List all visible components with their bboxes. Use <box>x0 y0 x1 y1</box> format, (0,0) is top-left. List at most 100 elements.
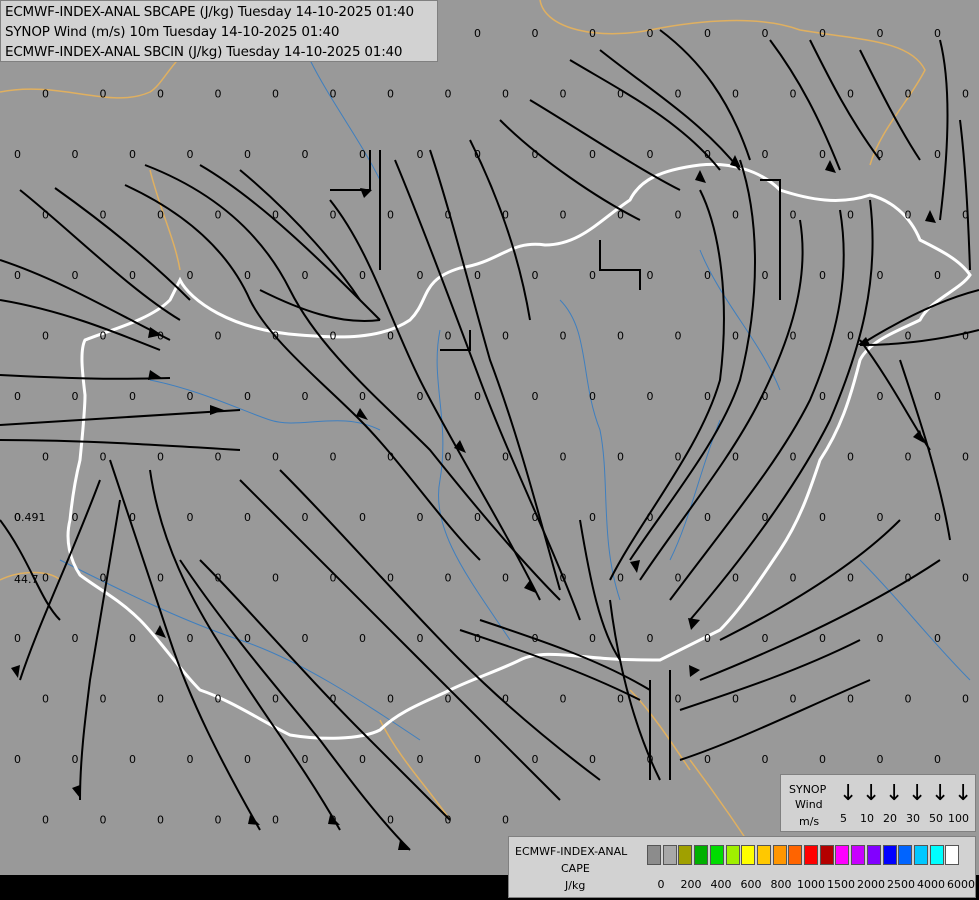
cape-value-label: 0 <box>14 269 21 282</box>
cape-value-label: 0 <box>387 814 394 827</box>
cape-value-label: 0 <box>532 511 539 524</box>
cape-value-label: 0 <box>42 209 49 222</box>
cape-value-label: 0 <box>100 693 107 706</box>
cape-value-label: 0 <box>790 88 797 101</box>
cape-value-label: 0 <box>417 269 424 282</box>
cape-value-label: 0 <box>589 27 596 40</box>
cape-value-label: 0 <box>762 148 769 161</box>
cape-value-label: 0 <box>819 390 826 403</box>
cape-value-label: 0 <box>847 209 854 222</box>
cape-value-label: 0 <box>330 209 337 222</box>
title-box: ECMWF-INDEX-ANAL SBCAPE (J/kg) Tuesday 1… <box>0 0 438 62</box>
wind-speed-label: 5 <box>840 812 847 825</box>
cape-value-label: 0 <box>302 148 309 161</box>
cape-value-label: 0 <box>417 511 424 524</box>
cape-tick-label: 200 <box>680 878 702 891</box>
cape-value-label: 0 <box>790 330 797 343</box>
cape-value-label: 0 <box>387 330 394 343</box>
cape-color-chip <box>694 845 709 865</box>
cape-value-label: 0 <box>560 693 567 706</box>
wind-speed-label: 100 <box>948 812 969 825</box>
cape-value-label: 0 <box>934 27 941 40</box>
cape-value-label: 0 <box>215 88 222 101</box>
cape-value-label: 0 <box>302 632 309 645</box>
cape-color-chip <box>678 845 693 865</box>
cape-value-label: 0 <box>417 148 424 161</box>
cape-value-label: 0 <box>129 753 136 766</box>
cape-legend: ECMWF-INDEX-ANAL CAPE J/kg 0 200 400 600 800… <box>508 836 976 898</box>
cape-value-label: 0 <box>560 451 567 464</box>
cape-value-label: 0 <box>330 451 337 464</box>
wind-arrow-icon: ↓ <box>839 781 858 806</box>
cape-color-chip <box>929 845 944 865</box>
cape-value-label: 0 <box>502 209 509 222</box>
cape-value-label: 0 <box>387 88 394 101</box>
cape-color-chip <box>725 845 740 865</box>
wind-speed-label: 30 <box>906 812 920 825</box>
cape-value-label: 0 <box>934 148 941 161</box>
cape-value-label: 0 <box>762 511 769 524</box>
cape-value-label: 0 <box>877 148 884 161</box>
cape-value-label: 0 <box>129 269 136 282</box>
cape-value-label: 0 <box>129 148 136 161</box>
title-line-cin: ECMWF-INDEX-ANAL SBCIN (J/kg) Tuesday 14… <box>5 44 403 60</box>
cape-value-label: 0 <box>157 330 164 343</box>
cape-value-label: 0 <box>72 753 79 766</box>
cape-value-label: 0 <box>359 632 366 645</box>
cape-value-label: 0 <box>704 390 711 403</box>
cape-value-label: 0 <box>445 209 452 222</box>
cape-legend-subtitle: CAPE <box>561 862 590 875</box>
cape-value-label: 0 <box>704 27 711 40</box>
cape-value-label: 0 <box>762 632 769 645</box>
cape-value-label: 0 <box>272 88 279 101</box>
cape-value-label: 0 <box>359 753 366 766</box>
cape-value-label: 0 <box>905 330 912 343</box>
cape-value-label: 0 <box>847 88 854 101</box>
cape-value-label: 0 <box>42 572 49 585</box>
cape-value-label: 0 <box>704 753 711 766</box>
cape-tick-label: 2500 <box>887 878 915 891</box>
cape-value-label: 0 <box>359 511 366 524</box>
cape-value-label: 0 <box>962 330 969 343</box>
cape-value-label: 0 <box>934 390 941 403</box>
cape-value-label: 0 <box>560 209 567 222</box>
cape-tick-label: 0 <box>657 878 665 891</box>
cape-value-label: 0 <box>72 511 79 524</box>
cape-value-label: 0 <box>72 632 79 645</box>
cape-value-label: 0 <box>877 753 884 766</box>
cape-value-label: 0 <box>847 330 854 343</box>
cape-value-label: 0 <box>272 693 279 706</box>
cape-value-label: 0 <box>474 27 481 40</box>
cape-value-label: 0 <box>14 632 21 645</box>
cape-value-label: 0 <box>675 88 682 101</box>
cape-value-label: 0 <box>847 693 854 706</box>
title-line-wind: SYNOP Wind (m/s) 10m Tuesday 14-10-2025 … <box>5 24 340 40</box>
cape-value-label: 0 <box>330 572 337 585</box>
cape-value-label: 0 <box>647 511 654 524</box>
cape-color-chip <box>913 845 928 865</box>
cape-value-label: 0 <box>129 632 136 645</box>
cape-value-label: 0 <box>532 632 539 645</box>
cape-value-label: 0 <box>962 451 969 464</box>
cape-value-label: 0 <box>647 27 654 40</box>
cape-color-chip <box>756 845 771 865</box>
cape-value-label: 0 <box>532 148 539 161</box>
cape-tick-label: 6000 <box>947 878 975 891</box>
cape-color-chip <box>741 845 756 865</box>
cape-value-label: 0 <box>272 572 279 585</box>
cape-value-label: 0 <box>157 209 164 222</box>
wind-legend-title: SYNOP <box>789 783 827 796</box>
cape-color-chip <box>709 845 724 865</box>
cape-color-chip <box>662 845 677 865</box>
cape-value-label: 0 <box>675 209 682 222</box>
cape-value-label: 0 <box>877 27 884 40</box>
cape-color-chip <box>788 845 803 865</box>
cape-value-label: 0 <box>589 390 596 403</box>
cape-tick-label: 2000 <box>857 878 885 891</box>
cape-value-label: 0 <box>905 209 912 222</box>
cape-value-label: 0 <box>502 330 509 343</box>
cape-value-label: 0 <box>330 330 337 343</box>
cape-value-label: 0 <box>42 814 49 827</box>
cape-value-label: 0 <box>272 814 279 827</box>
cape-value-label: 0 <box>560 88 567 101</box>
